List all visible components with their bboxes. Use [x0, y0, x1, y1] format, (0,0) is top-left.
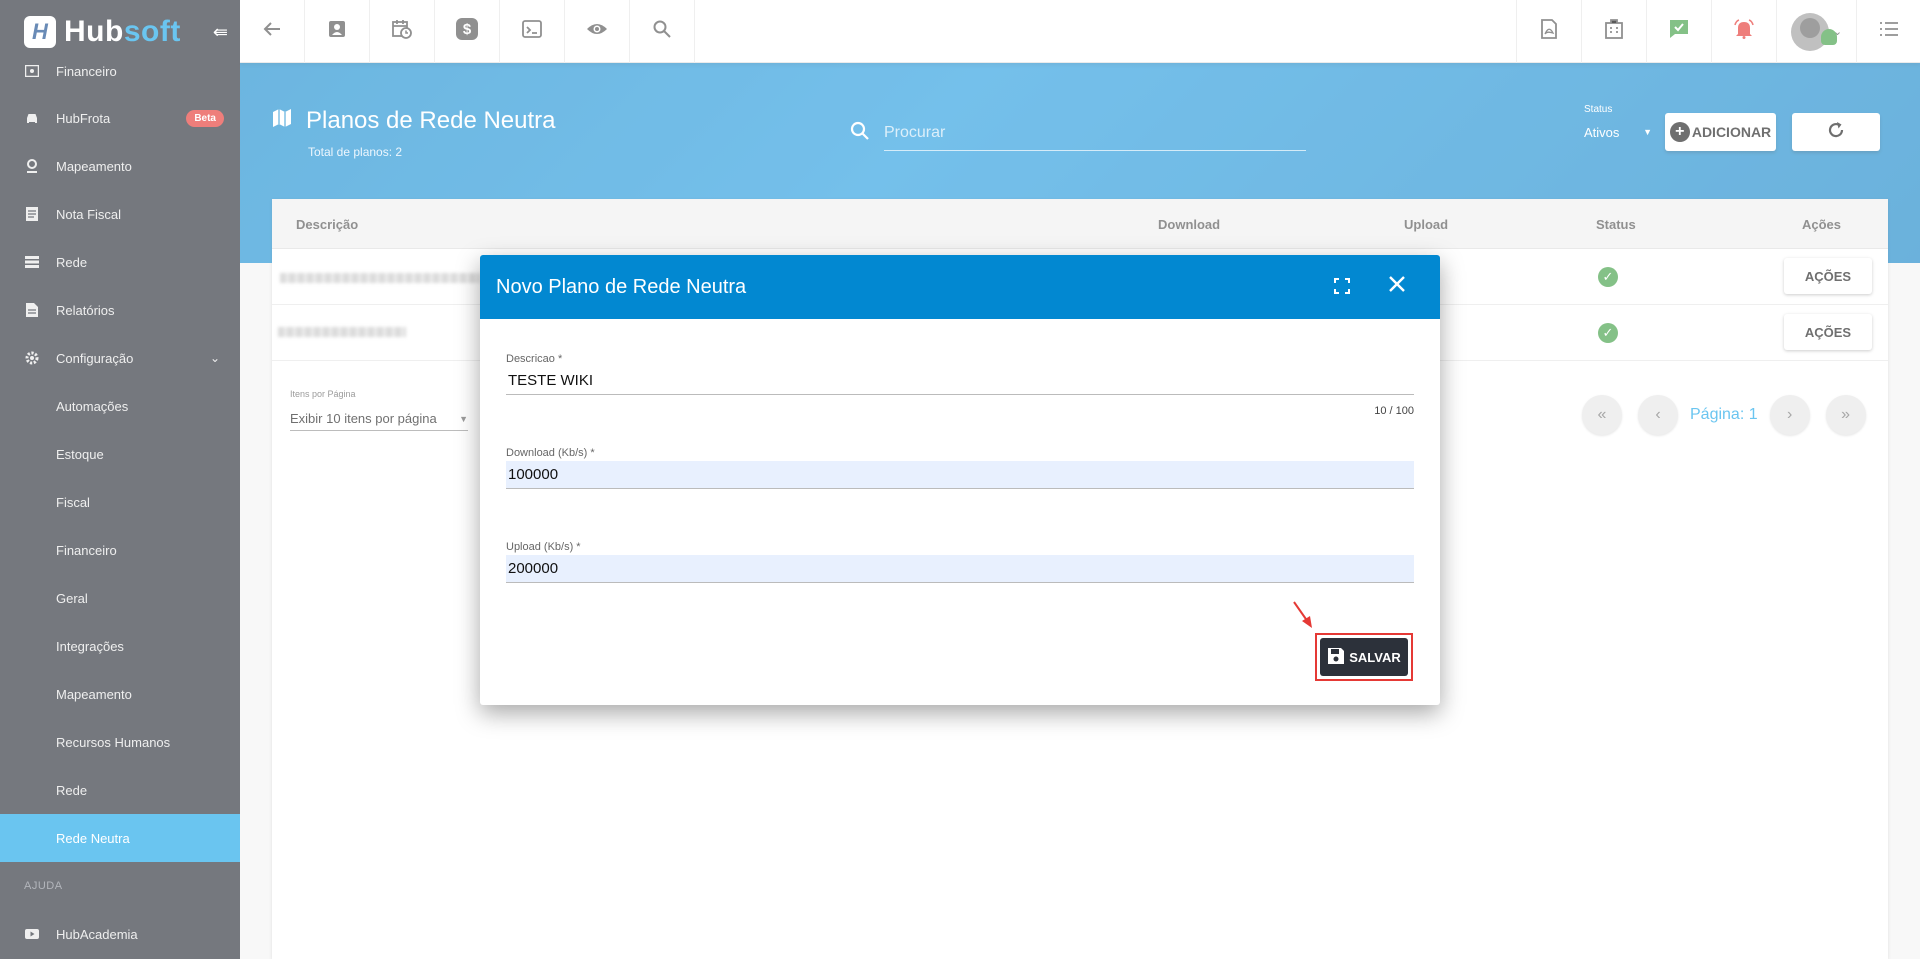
upload-input[interactable]: 200000 — [506, 555, 1414, 583]
close-icon[interactable] — [1388, 275, 1406, 299]
dialog-header: Novo Plano de Rede Neutra — [480, 255, 1440, 319]
floppy-disk-icon — [1327, 647, 1345, 668]
save-button-label: SALVAR — [1349, 649, 1401, 665]
descricao-input[interactable]: TESTE WIKI — [506, 367, 1414, 395]
annotation-arrow-icon — [1293, 601, 1312, 628]
download-label: Download (Kb/s) * — [506, 447, 595, 459]
dialog-title: Novo Plano de Rede Neutra — [496, 275, 747, 298]
save-button[interactable]: SALVAR — [1320, 638, 1408, 676]
download-field[interactable]: Download (Kb/s) * 100000 — [506, 447, 1414, 489]
descricao-field[interactable]: Descricao * TESTE WIKI 10 / 100 — [506, 353, 1414, 417]
save-highlight: SALVAR — [1315, 633, 1413, 681]
upload-field[interactable]: Upload (Kb/s) * 200000 — [506, 541, 1414, 583]
fullscreen-icon[interactable] — [1334, 277, 1350, 300]
download-input[interactable]: 100000 — [506, 461, 1414, 489]
upload-label: Upload (Kb/s) * — [506, 541, 581, 553]
char-counter: 10 / 100 — [1374, 405, 1414, 417]
descricao-label: Descricao * — [506, 353, 563, 365]
new-plan-dialog: Novo Plano de Rede Neutra Descricao * TE… — [480, 255, 1440, 705]
